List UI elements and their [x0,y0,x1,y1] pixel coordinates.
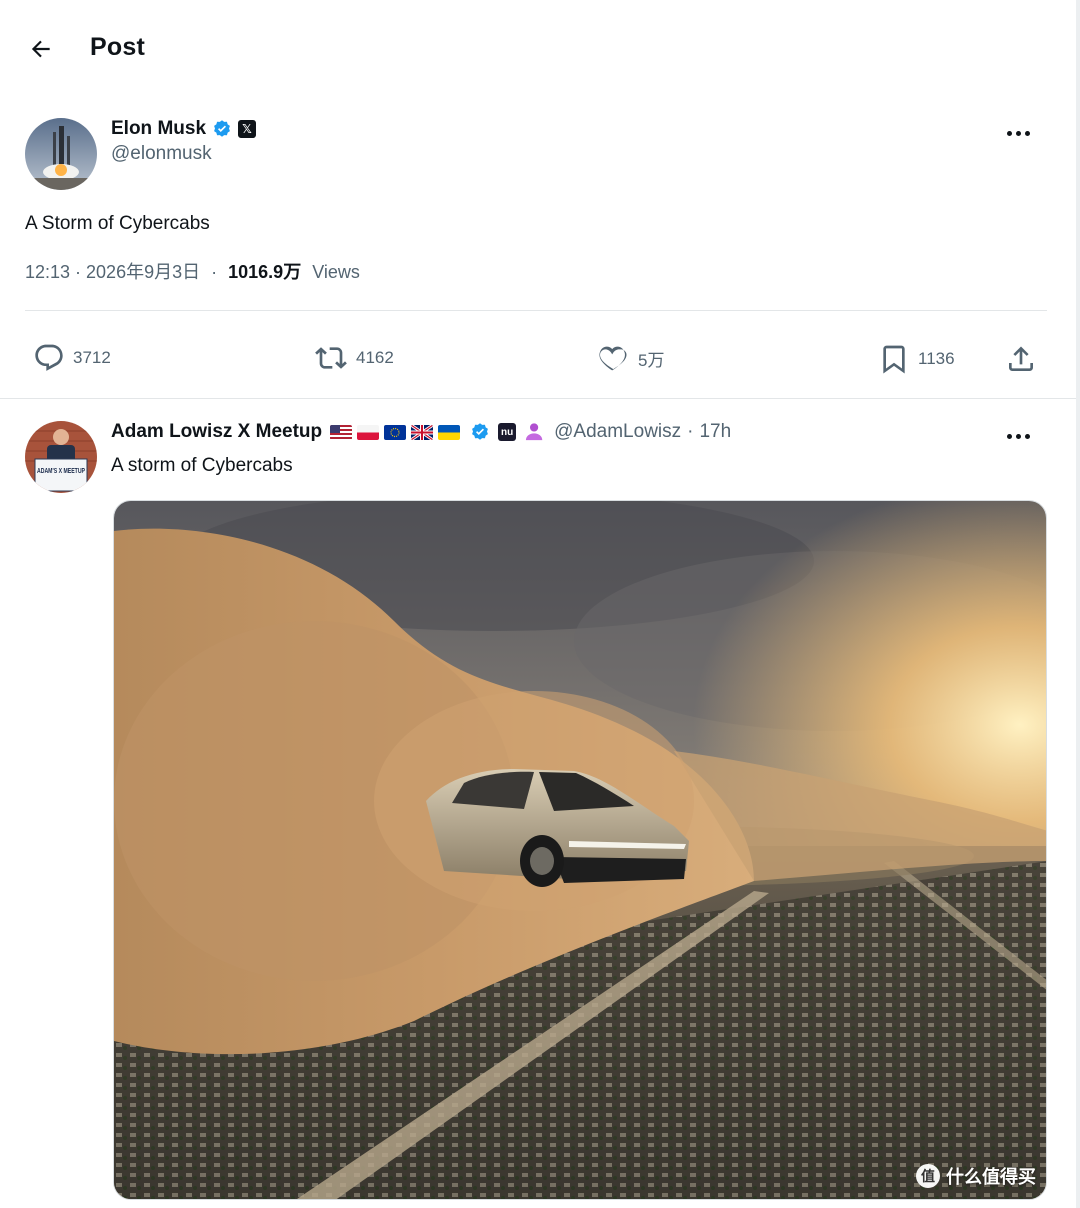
reply-author-handle[interactable]: @AdamLowisz [554,421,681,443]
time-separator: · [687,421,694,442]
verified-badge-icon [214,120,230,137]
poland-flag-icon [357,424,380,440]
bookmark-count: 1136 [918,349,955,368]
like-count: 5万 [638,350,665,370]
dot [1015,130,1021,136]
views-label: Views [312,262,360,282]
x-affiliate-icon: 𝕏 [238,120,257,138]
us-flag-icon [330,424,353,440]
watermark-text: 什么值得买 [946,1167,1036,1187]
person-icon [526,423,543,441]
post-meta: 12:13 · 2026年9月3日 · 1016.9万 Views [25,258,360,284]
author-avatar[interactable] [25,118,97,190]
page-header: Post [0,0,1080,100]
share-button[interactable] [1005,342,1037,376]
like-button[interactable]: 5万 [596,342,664,374]
reply-text: A storm of Cybercabs [111,455,293,476]
reply-author-avatar[interactable]: ADAM'S X MEETUP [25,421,97,493]
views-count: 1016.9万 [228,262,302,282]
reply-author-row: Adam Lowisz X Meetup nu @AdamLowisz · 17… [111,421,731,443]
page-title: Post [90,33,145,61]
scrollbar-track[interactable] [1076,0,1080,1208]
dot [1024,130,1030,136]
eu-flag-icon [384,424,407,440]
reply-more-options-button[interactable] [1000,418,1036,454]
dot [1024,433,1030,439]
divider [0,398,1076,399]
divider [25,310,1047,311]
author-name[interactable]: Elon Musk [111,118,206,140]
flag-emoji-group [330,424,461,440]
post-text: A Storm of Cybercabs [25,213,210,234]
reply-button[interactable]: 3712 [33,342,111,374]
bookmark-icon [883,345,905,374]
watermark: 值 什么值得买 [916,1163,1036,1189]
author-name-row: Elon Musk 𝕏 [111,118,257,140]
avatar-sign-text: ADAM'S X MEETUP [37,466,85,475]
watermark-logo-icon: 值 [916,1164,940,1188]
affiliate-badge-icon: nu [498,423,517,441]
uk-flag-icon [411,424,434,440]
ukraine-flag-icon [438,424,461,440]
reply-count: 3712 [73,348,111,367]
dot [1006,130,1012,136]
back-button[interactable] [22,30,60,68]
bookmark-button[interactable]: 1136 [878,342,955,376]
repost-icon [315,347,347,369]
cybercab-dust-storm-image [114,501,1046,1199]
reply-timestamp[interactable]: 17h [699,421,731,443]
heart-icon [599,346,627,371]
reply-icon [35,344,63,371]
dot [1015,433,1021,439]
meta-separator: · [211,262,218,282]
more-options-button[interactable] [1000,115,1036,151]
post-media-image[interactable]: 值 什么值得买 [113,500,1047,1200]
verified-badge-icon [472,423,489,440]
repost-button[interactable]: 4162 [314,342,394,374]
reply-author-name[interactable]: Adam Lowisz X Meetup [111,421,322,443]
share-icon [1009,346,1033,371]
dot [1006,433,1012,439]
arrow-left-icon [31,40,50,58]
repost-count: 4162 [356,348,394,367]
author-handle[interactable]: @elonmusk [111,143,212,165]
post-timestamp[interactable]: 12:13 · 2026年9月3日 [25,262,200,282]
